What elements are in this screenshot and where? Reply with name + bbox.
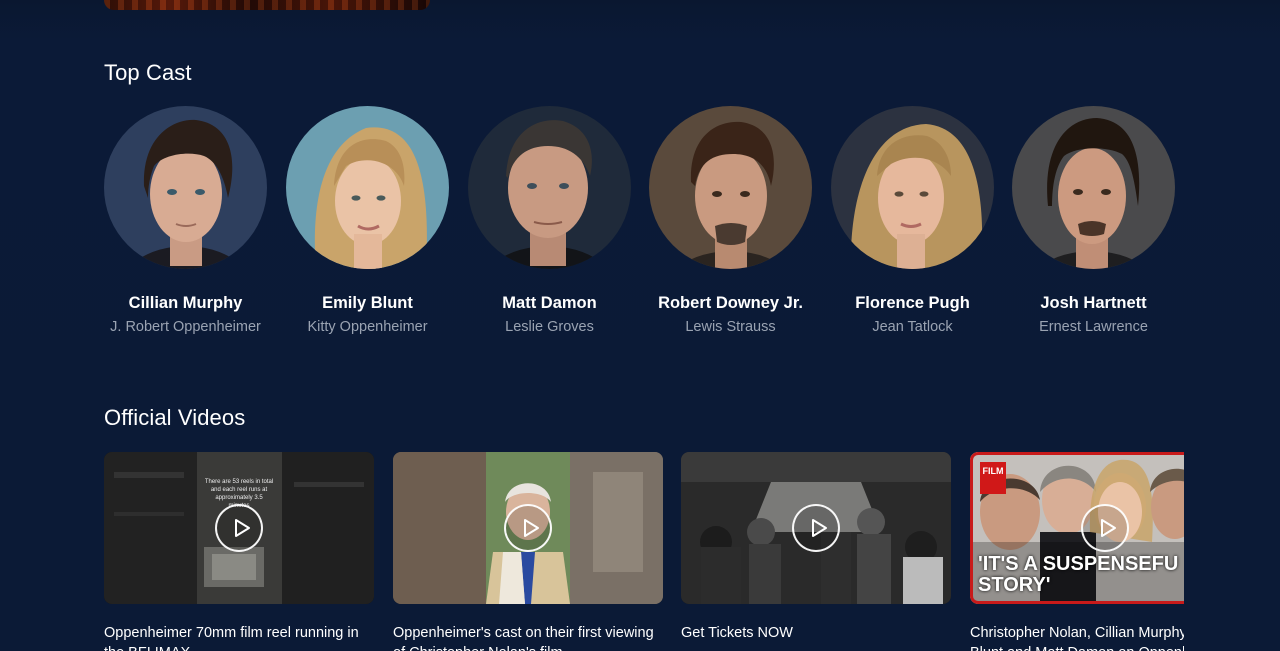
video-thumbnail[interactable]: There are 53 reels in total and each ree…	[104, 452, 374, 604]
actor-name[interactable]: Josh Hartnett	[992, 294, 1195, 313]
cast-card[interactable]: Cillian Murphy J. Robert Oppenheimer	[104, 106, 267, 335]
character-name: Ernest Lawrence	[1039, 319, 1148, 335]
overlay-line: STORY'	[978, 574, 1051, 596]
actor-name[interactable]: Emily Blunt	[266, 294, 469, 313]
official-videos-heading: Official Videos	[104, 405, 246, 430]
play-button[interactable]	[215, 504, 263, 552]
video-thumbnail[interactable]	[393, 452, 663, 604]
character-name: Jean Tatlock	[872, 319, 953, 335]
video-thumbnail[interactable]: FILM 'IT'S A SUSPENSEFU STORY'	[970, 452, 1184, 604]
play-circle-icon	[523, 519, 539, 537]
play-button[interactable]	[1081, 504, 1129, 552]
video-card[interactable]: FILM 'IT'S A SUSPENSEFU STORY' Christoph…	[970, 452, 1184, 651]
top-cast-heading: Top Cast	[104, 60, 192, 85]
video-card[interactable]: There are 53 reels in total and each ree…	[104, 452, 374, 651]
video-thumbnail[interactable]	[681, 452, 951, 604]
cast-card[interactable]: Matt Damon Leslie Groves	[468, 106, 631, 335]
overlay-line: 'IT'S A SUSPENSEFU	[978, 553, 1179, 575]
play-button[interactable]	[792, 504, 840, 552]
video-card[interactable]: Get Tickets NOW	[681, 452, 951, 651]
actor-name[interactable]: Matt Damon	[448, 294, 651, 313]
actor-name[interactable]: Robert Downey Jr.	[629, 294, 832, 313]
actor-name[interactable]: Florence Pugh	[811, 294, 1014, 313]
actor-photo[interactable]	[104, 106, 267, 269]
cast-card[interactable]: Josh Hartnett Ernest Lawrence	[1012, 106, 1175, 335]
thumbnail-overlay-text: 'IT'S A SUSPENSEFU STORY'	[978, 554, 1184, 596]
video-title[interactable]: Christopher Nolan, Cillian Murphy, Emily…	[970, 623, 1184, 651]
actor-photo[interactable]	[649, 106, 812, 269]
video-title[interactable]: Get Tickets NOW	[681, 623, 951, 651]
video-title[interactable]: Oppenheimer's cast on their first viewin…	[393, 623, 663, 651]
actor-photo[interactable]	[286, 106, 449, 269]
actor-photo[interactable]	[1012, 106, 1175, 269]
previous-media-thumbnail[interactable]	[104, 0, 430, 10]
video-title[interactable]: Oppenheimer 70mm film reel running in th…	[104, 623, 374, 651]
video-card[interactable]: Oppenheimer's cast on their first viewin…	[393, 452, 663, 651]
actor-photo[interactable]	[831, 106, 994, 269]
page: Top Cast Cillian Murphy J. Robert Oppenh…	[0, 0, 1280, 651]
cast-card[interactable]: Emily Blunt Kitty Oppenheimer	[286, 106, 449, 335]
play-circle-icon	[1100, 519, 1116, 537]
channel-badge: FILM	[980, 462, 1006, 494]
character-name: Lewis Strauss	[685, 319, 776, 335]
play-circle-icon	[811, 519, 827, 537]
character-name: Kitty Oppenheimer	[307, 319, 428, 335]
actor-photo[interactable]	[468, 106, 631, 269]
play-button[interactable]	[504, 504, 552, 552]
actor-name[interactable]: Cillian Murphy	[84, 294, 287, 313]
cast-card[interactable]: Robert Downey Jr. Lewis Strauss	[649, 106, 812, 335]
character-name: Leslie Groves	[505, 319, 594, 335]
video-carousel: There are 53 reels in total and each ree…	[104, 452, 1184, 651]
cast-list: Cillian Murphy J. Robert Oppenheimer Emi…	[104, 106, 1184, 346]
play-circle-icon	[234, 519, 250, 537]
character-name: J. Robert Oppenheimer	[110, 319, 261, 335]
cast-card[interactable]: Florence Pugh Jean Tatlock	[831, 106, 994, 335]
